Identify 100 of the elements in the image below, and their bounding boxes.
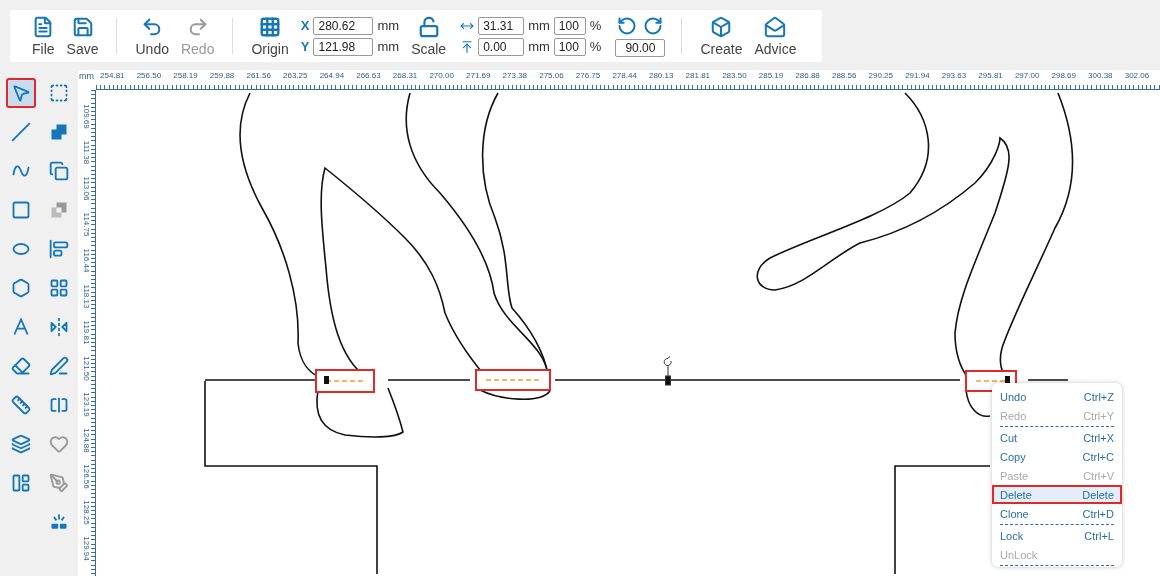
- envelope-icon: [764, 15, 787, 38]
- ruler-label: 128.25: [82, 499, 91, 525]
- ruler-label: 126.56: [82, 463, 91, 489]
- unlock-icon: [417, 15, 440, 38]
- ruler-label: 293.63: [940, 70, 968, 82]
- layers-icon: [11, 434, 31, 454]
- ruler-label: 295.81: [977, 70, 1004, 82]
- unit-label: mm: [377, 18, 400, 33]
- toolbar-button[interactable]: Create: [694, 13, 749, 59]
- ruler-label: 258.19: [172, 70, 199, 82]
- ruler-icon: [11, 395, 31, 415]
- ruler-label: 254.81: [99, 70, 126, 82]
- ruler-label: 297.00: [1013, 70, 1041, 82]
- tool-button[interactable]: [6, 78, 36, 108]
- ruler-label: 119.81: [82, 320, 91, 344]
- percent-label: %: [589, 39, 602, 54]
- width-percent-field[interactable]: 100: [553, 16, 586, 35]
- line-icon: [11, 122, 31, 142]
- ruler-label: 124.88: [82, 427, 91, 453]
- ruler-label: 111.38: [82, 140, 91, 164]
- ruler-label: 291.94: [904, 70, 931, 82]
- union-icon: [49, 122, 69, 142]
- ruler-label: 259.88: [208, 70, 236, 82]
- ruler-label: 280.13: [647, 70, 675, 82]
- ruler-label: 261.56: [245, 70, 272, 82]
- scale-button[interactable]: Scale: [405, 13, 453, 59]
- rectangle-icon: [11, 200, 31, 220]
- rotate-right-icon[interactable]: [643, 15, 664, 36]
- hexagon-icon: [11, 278, 31, 298]
- ruler-label: 302.06: [1123, 70, 1151, 82]
- menu-item[interactable]: Delete Delete: [992, 485, 1122, 504]
- height-icon: [460, 39, 475, 54]
- y-label: Y: [300, 39, 310, 54]
- copy-icon: [49, 161, 69, 181]
- ruler-label: 264.94: [318, 70, 346, 82]
- menu-item[interactable]: Undo Ctrl+Z: [992, 387, 1122, 406]
- ruler-label: 278.44: [611, 70, 638, 82]
- ruler-label: 286.88: [794, 70, 821, 82]
- ruler-label: 114.75: [82, 212, 91, 236]
- menu-item[interactable]: Cut Ctrl+X: [992, 428, 1122, 447]
- node-handle[interactable]: [324, 376, 329, 384]
- grid-icon: [49, 278, 69, 298]
- pen-tool-icon: [49, 473, 69, 493]
- heart-icon: [49, 434, 69, 454]
- ruler-label: 271.69: [465, 70, 492, 82]
- ruler-label: 113.06: [82, 176, 91, 200]
- ruler-label: 298.69: [1050, 70, 1077, 82]
- x-field[interactable]: 280.62: [313, 16, 374, 35]
- letter-a-icon: [11, 317, 31, 337]
- ruler-label: 109.69: [82, 103, 91, 129]
- origin-button[interactable]: Origin: [245, 13, 295, 59]
- ruler-label: 118.13: [82, 284, 91, 308]
- save-icon: [71, 15, 94, 38]
- menu-item[interactable]: Copy Ctrl+C: [992, 447, 1122, 466]
- selected-segment[interactable]: [315, 369, 375, 393]
- ruler-label: 275.06: [538, 70, 565, 82]
- mirror-icon: [49, 317, 69, 337]
- menu-item[interactable]: Lock Ctrl+L: [992, 526, 1122, 545]
- ruler-label: 270.00: [428, 70, 455, 82]
- rotate-left-icon[interactable]: [617, 15, 638, 36]
- unit-label: mm: [528, 39, 550, 54]
- difference-icon: [49, 200, 69, 220]
- ruler-label: 300.38: [1087, 70, 1114, 82]
- pen-icon: [49, 356, 69, 376]
- ruler-label: 129.94: [82, 535, 91, 561]
- rotate-handle[interactable]: [663, 356, 672, 386]
- ruler-label: 281.81: [684, 70, 712, 82]
- ruler-label: 256.50: [135, 70, 163, 82]
- unit-label: mm: [528, 18, 550, 33]
- y-field[interactable]: 121.98: [313, 37, 374, 56]
- ruler-label: 268.31: [391, 70, 419, 82]
- ruler-label: 263.25: [282, 70, 309, 82]
- ruler-label: 266.63: [355, 70, 382, 82]
- burst-icon: [49, 512, 69, 532]
- leg-outline: [479, 389, 551, 400]
- toolbar-button[interactable]: Save: [60, 13, 105, 59]
- width-field[interactable]: 31.31: [478, 16, 525, 35]
- dashed-square-icon: [49, 83, 69, 103]
- rotation-field[interactable]: 90.00: [615, 38, 666, 57]
- leg-outline: [965, 389, 991, 418]
- ruler-label: 276.75: [574, 70, 602, 82]
- toolbar-button[interactable]: File: [26, 13, 61, 59]
- height-field[interactable]: 0.00: [478, 37, 525, 56]
- percent-label: %: [589, 18, 602, 33]
- ruler-label: 290.25: [867, 70, 894, 82]
- line-outline: [1027, 379, 1069, 381]
- select-icon: [11, 83, 31, 103]
- grid-icon: [259, 15, 282, 38]
- toolbar-button[interactable]: Advice: [748, 13, 803, 59]
- height-percent-field[interactable]: 100: [553, 37, 586, 56]
- unit-label: mm: [377, 39, 400, 54]
- align-left-icon: [49, 239, 69, 259]
- ruler-label: 116.44: [82, 248, 91, 272]
- ruler-label: 123.19: [82, 391, 91, 417]
- x-label: X: [300, 18, 310, 33]
- layout-icon: [11, 473, 31, 493]
- toolbar-button[interactable]: Undo: [129, 13, 175, 59]
- ruler-label: 283.50: [721, 70, 748, 82]
- menu-item[interactable]: Clone Ctrl+D: [992, 504, 1122, 523]
- ruler-label: 285.19: [757, 70, 785, 82]
